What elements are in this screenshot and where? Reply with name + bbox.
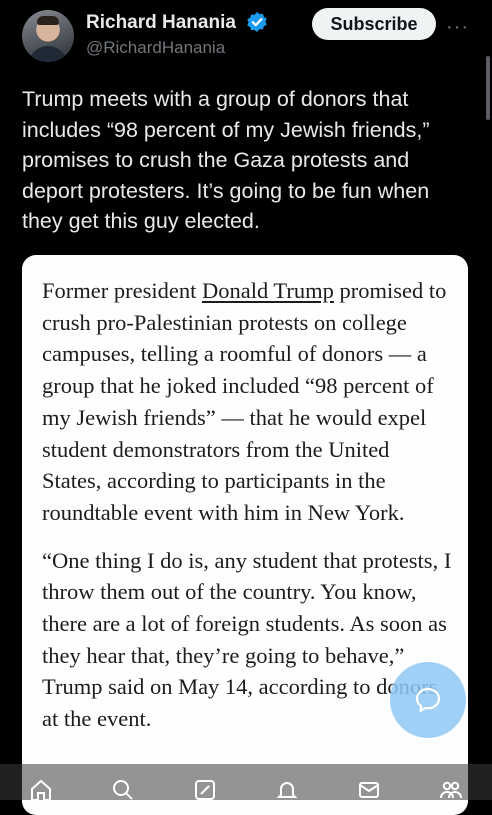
verified-badge-icon xyxy=(247,12,267,32)
tweet-text: Trump meets with a group of donors that … xyxy=(22,87,430,233)
scrollbar[interactable] xyxy=(486,56,490,120)
article-p1-after: promised to crush pro-Palestinian protes… xyxy=(42,278,447,525)
bottom-nav-bar xyxy=(0,764,492,801)
article-link-donald-trump: Donald Trump xyxy=(201,278,334,303)
home-icon xyxy=(31,779,51,801)
nav-communities[interactable] xyxy=(431,764,471,800)
nav-home[interactable] xyxy=(21,764,61,801)
tweet-header: Richard Hanania @RichardHanania Subscrib… xyxy=(0,0,492,70)
article-screenshot-card[interactable]: Former president Donald Trump promised t… xyxy=(22,255,468,815)
subscribe-button[interactable]: Subscribe xyxy=(312,8,436,40)
article-p1-before: Former president xyxy=(42,278,202,303)
article-paragraph-1: Former president Donald Trump promised t… xyxy=(42,275,452,529)
avatar-shirt xyxy=(28,46,68,62)
messages-icon xyxy=(359,782,379,798)
author-handle[interactable]: @RichardHanania xyxy=(86,38,225,58)
avatar[interactable] xyxy=(22,10,74,62)
nav-compose[interactable] xyxy=(185,764,225,800)
nav-messages[interactable] xyxy=(349,764,389,800)
avatar-hair xyxy=(37,16,59,25)
reply-fab-button[interactable] xyxy=(390,662,466,738)
search-icon xyxy=(113,780,133,800)
notifications-icon xyxy=(276,782,298,798)
more-options-icon[interactable]: ··· xyxy=(446,16,469,39)
article-body: Former president Donald Trump promised t… xyxy=(42,275,452,751)
author-name[interactable]: Richard Hanania xyxy=(86,12,236,34)
compose-icon xyxy=(195,780,215,800)
nav-notifications[interactable] xyxy=(267,764,307,800)
chat-bubble-icon xyxy=(415,687,441,713)
nav-search[interactable] xyxy=(103,764,143,800)
communities-icon xyxy=(440,781,462,799)
